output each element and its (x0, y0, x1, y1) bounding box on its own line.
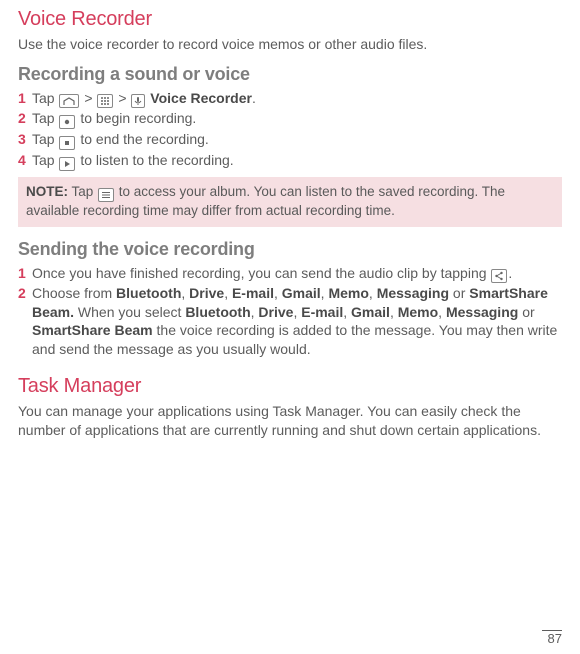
step-number: 1 (18, 89, 32, 108)
text: or (518, 304, 534, 320)
text: Tap (32, 131, 58, 147)
text: to end the recording. (76, 131, 208, 147)
text: , (181, 285, 189, 301)
text: > (80, 90, 96, 106)
opt-bluetooth: Bluetooth (185, 304, 250, 320)
text: Choose from (32, 285, 116, 301)
heading-task-manager: Task Manager (18, 375, 562, 398)
sending-steps: 1 Once you have finished recording, you … (18, 264, 562, 360)
apps-icon (97, 94, 113, 108)
opt-gmail: Gmail (351, 304, 390, 320)
voice-recorder-label: Voice Recorder (146, 90, 252, 106)
text: When you select (74, 304, 185, 320)
play-icon (59, 157, 75, 171)
step-1: 1 Tap > > Voice Recorder. (18, 89, 562, 109)
list-icon (98, 188, 114, 202)
opt-memo: Memo (328, 285, 368, 301)
text: , (343, 304, 351, 320)
page-content: Voice Recorder Use the voice recorder to… (0, 0, 580, 460)
text: , (369, 285, 377, 301)
opt-messaging: Messaging (377, 285, 449, 301)
text: to listen to the recording. (76, 152, 233, 168)
note-label: NOTE: (26, 184, 68, 199)
step-4: 4 Tap to listen to the recording. (18, 151, 562, 171)
task-manager-body: You can manage your applications using T… (18, 402, 562, 440)
text: , (224, 285, 232, 301)
heading-sending: Sending the voice recording (18, 239, 562, 260)
opt-drive: Drive (258, 304, 293, 320)
text: Tap (32, 152, 58, 168)
text: Tap (32, 90, 58, 106)
page-number: 87 (542, 630, 562, 646)
home-icon (59, 94, 79, 108)
opt-memo: Memo (398, 304, 438, 320)
text: Tap (68, 184, 97, 199)
text: . (252, 90, 256, 106)
step-number: 1 (18, 264, 32, 283)
text: Once you have finished recording, you ca… (32, 265, 490, 281)
send-step-1: 1 Once you have finished recording, you … (18, 264, 562, 283)
opt-bluetooth: Bluetooth (116, 285, 181, 301)
heading-recording: Recording a sound or voice (18, 64, 562, 85)
step-number: 3 (18, 130, 32, 149)
step-2: 2 Tap to begin recording. (18, 109, 562, 129)
stop-icon (59, 136, 75, 150)
opt-gmail: Gmail (282, 285, 321, 301)
step-number: 2 (18, 284, 32, 303)
voice-recorder-intro: Use the voice recorder to record voice m… (18, 35, 562, 54)
text: to begin recording. (76, 110, 196, 126)
text: Tap (32, 110, 58, 126)
opt-email: E-mail (301, 304, 343, 320)
text: , (438, 304, 446, 320)
share-icon (491, 269, 507, 283)
note-box: NOTE: Tap to access your album. You can … (18, 177, 562, 226)
send-step-2: 2 Choose from Bluetooth, Drive, E-mail, … (18, 284, 562, 360)
text: . (508, 265, 512, 281)
heading-voice-recorder: Voice Recorder (18, 8, 562, 31)
recording-steps: 1 Tap > > Voice Recorder. 2 Tap to begin… (18, 89, 562, 172)
opt-messaging: Messaging (446, 304, 518, 320)
text: , (274, 285, 282, 301)
text: or (449, 285, 469, 301)
step-number: 4 (18, 151, 32, 170)
text: > (114, 90, 130, 106)
step-number: 2 (18, 109, 32, 128)
opt-email: E-mail (232, 285, 274, 301)
voice-recorder-icon (131, 94, 145, 108)
opt-smartshare-beam: SmartShare Beam (32, 322, 153, 338)
record-icon (59, 115, 75, 129)
step-3: 3 Tap to end the recording. (18, 130, 562, 150)
opt-drive: Drive (189, 285, 224, 301)
text: , (390, 304, 398, 320)
